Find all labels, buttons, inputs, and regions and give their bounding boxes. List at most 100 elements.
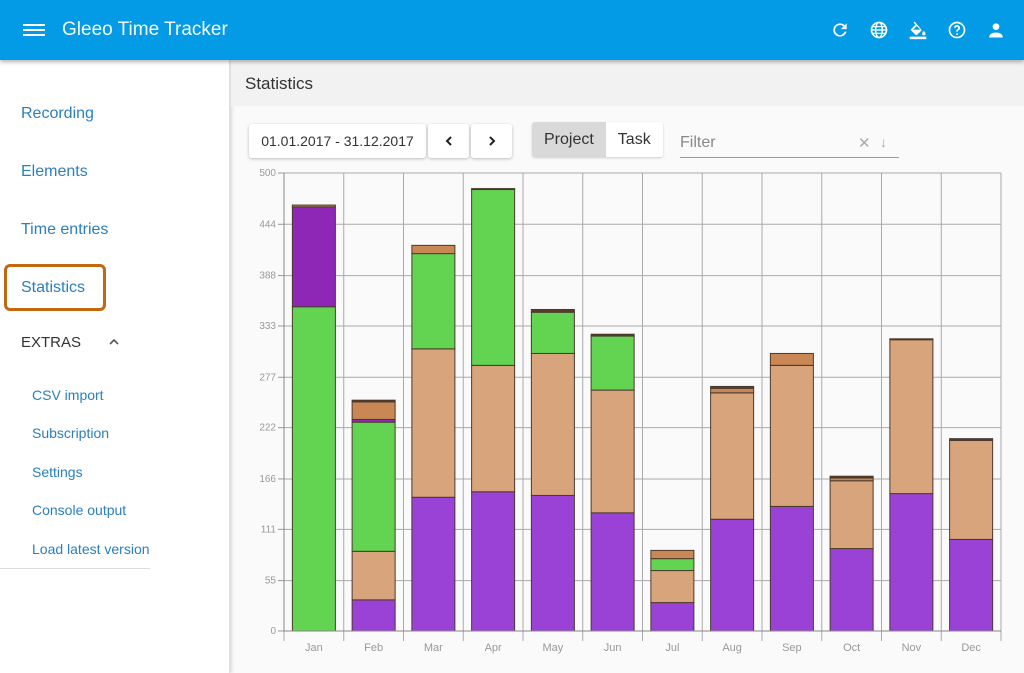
bar-segment-apr-s5: [471, 188, 516, 191]
y-tick-label: 388: [259, 271, 276, 282]
group-by-toggle: Project Task: [532, 122, 663, 157]
y-tick-label: 277: [259, 372, 276, 383]
x-tick-label: Aug: [722, 642, 742, 654]
bar-segment-nov-s5: [889, 338, 934, 341]
bar-segment-dec-s5: [949, 438, 994, 441]
chevron-right-icon: [488, 136, 495, 146]
app-title: Gleeo Time Tracker: [62, 19, 228, 40]
page-header: Statistics: [231, 60, 1024, 106]
sidebar-item-console-output[interactable]: Console output: [32, 502, 126, 518]
bar-segment-mar-s1: [411, 348, 456, 498]
bar-segment-may-s2: [530, 311, 575, 354]
chevron-up-icon[interactable]: [107, 335, 121, 349]
x-tick-label: Jul: [665, 642, 679, 654]
sidebar-item-csv-import[interactable]: CSV import: [32, 387, 104, 403]
clear-icon[interactable]: ✕: [858, 134, 871, 152]
x-tick-label: May: [542, 642, 563, 654]
bar-segment-jun-s0: [590, 512, 635, 632]
bar-segment-jun-s5: [590, 333, 635, 337]
bar-segment-aug-s0: [710, 518, 755, 632]
account-icon[interactable]: [986, 20, 1006, 40]
previous-period-button[interactable]: [428, 124, 469, 158]
divider: [0, 568, 150, 569]
bar-segment-jun-s2: [590, 335, 635, 391]
x-tick-label: Nov: [902, 642, 922, 654]
y-tick-label: 444: [259, 219, 276, 230]
bar-segment-jul-s1: [650, 570, 695, 604]
sidebar-item-load-latest-version[interactable]: Load latest version: [32, 541, 150, 557]
bar-segment-feb-s1: [351, 550, 396, 601]
bar-segment-oct-s0: [829, 548, 874, 632]
sidebar-item-statistics[interactable]: Statistics: [21, 279, 85, 297]
bar-segment-oct-s5: [829, 475, 874, 479]
bar-segment-feb-s4: [351, 401, 396, 420]
y-tick-label: 55: [265, 576, 277, 587]
bar-segment-jan-s2: [291, 306, 336, 632]
bar-segment-sep-s4: [769, 352, 814, 366]
sidebar-item-elements[interactable]: Elements: [21, 163, 88, 181]
x-tick-label: Feb: [364, 642, 383, 654]
bar-segment-feb-s5: [351, 399, 396, 403]
date-range-button[interactable]: 01.01.2017 - 31.12.2017: [249, 124, 426, 158]
bar-segment-dec-s0: [949, 538, 994, 632]
bar-segment-may-s0: [530, 494, 575, 632]
y-tick-label: 0: [270, 626, 276, 637]
toggle-project[interactable]: Project: [532, 122, 606, 157]
y-tick-label: 111: [261, 524, 277, 535]
y-tick-label: 166: [259, 474, 276, 485]
sidebar-item-settings[interactable]: Settings: [32, 464, 83, 480]
sidebar: Recording Elements Time entries Statisti…: [0, 60, 230, 673]
bar-segment-aug-s1: [710, 392, 755, 520]
paint-bucket-icon[interactable]: [908, 20, 928, 40]
sidebar-item-recording[interactable]: Recording: [21, 105, 94, 123]
page-title: Statistics: [245, 74, 314, 93]
bar-segment-nov-s0: [889, 493, 934, 632]
menu-icon[interactable]: [23, 22, 45, 38]
bar-segment-mar-s4: [411, 244, 456, 255]
help-icon[interactable]: [947, 20, 967, 40]
next-period-button[interactable]: [471, 124, 512, 158]
arrow-down-icon[interactable]: ↓: [880, 134, 887, 150]
sidebar-item-subscription[interactable]: Subscription: [32, 425, 109, 441]
y-tick-label: 333: [259, 321, 276, 332]
bar-segment-jan-s3: [291, 206, 336, 308]
bar-segment-feb-s2: [351, 421, 396, 552]
bar-segment-may-s1: [530, 352, 575, 496]
filter-input[interactable]: Filter ✕ ↓: [680, 128, 899, 158]
x-tick-label: Oct: [843, 642, 860, 654]
x-tick-label: Jan: [305, 642, 323, 654]
bar-segment-dec-s1: [949, 439, 994, 540]
bar-segment-jun-s1: [590, 389, 635, 514]
x-tick-label: Apr: [485, 642, 502, 654]
bar-segment-aug-s4: [710, 387, 755, 394]
app-bar: Gleeo Time Tracker: [0, 0, 1024, 60]
bar-segment-apr-s2: [471, 188, 516, 366]
bar-segment-apr-s0: [471, 491, 516, 632]
bar-segment-aug-s5: [710, 385, 755, 389]
filter-placeholder: Filter: [680, 134, 716, 151]
y-tick-label: 222: [259, 423, 276, 434]
globe-icon[interactable]: [869, 20, 889, 40]
toggle-task[interactable]: Task: [605, 122, 663, 157]
bar-segment-may-s5: [530, 308, 575, 313]
bar-segment-jul-s2: [650, 558, 695, 572]
bar-segment-sep-s1: [769, 364, 814, 507]
bar-segment-mar-s0: [411, 496, 456, 632]
x-tick-label: Dec: [961, 642, 981, 654]
y-tick-label: 500: [259, 168, 276, 179]
bar-segment-nov-s1: [889, 339, 934, 495]
bar-segment-apr-s1: [471, 364, 516, 493]
bar-segment-jan-s4: [291, 204, 336, 208]
bar-segment-jul-s0: [650, 602, 695, 632]
x-tick-label: Mar: [424, 642, 443, 654]
bar-segment-feb-s0: [351, 599, 396, 632]
extras-section-header[interactable]: EXTRAS: [21, 334, 81, 351]
sidebar-item-time-entries[interactable]: Time entries: [21, 221, 108, 239]
bar-segment-sep-s0: [769, 505, 814, 632]
bar-segment-oct-s1: [829, 480, 874, 550]
x-tick-label: Sep: [782, 642, 802, 654]
chevron-left-icon: [445, 136, 452, 146]
stacked-bar-chart: 0 55 111 166 222 277 333 388 444 500 Jan Feb Mar Apr M…: [259, 168, 1002, 654]
refresh-icon[interactable]: [830, 20, 850, 40]
bar-segment-jul-s4: [650, 549, 695, 560]
